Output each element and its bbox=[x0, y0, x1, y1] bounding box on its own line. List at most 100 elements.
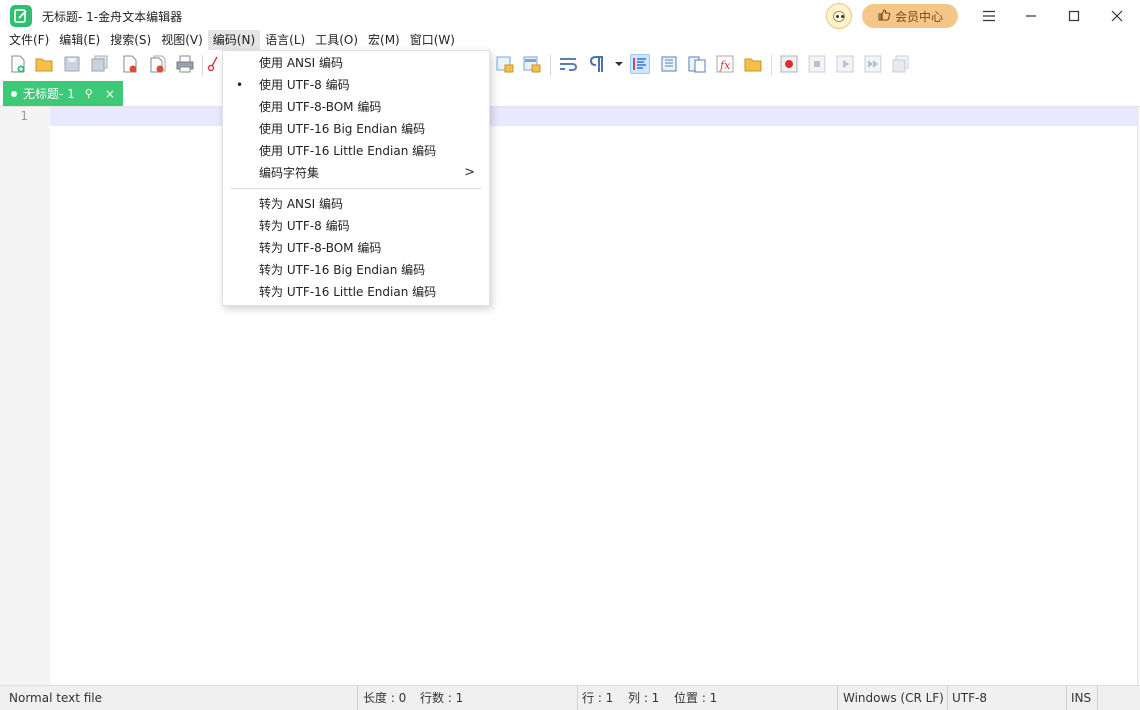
use-utf16-be-item[interactable]: 使用 UTF-16 Big Endian 编码 bbox=[223, 118, 489, 140]
folder-workspace-icon[interactable] bbox=[743, 54, 763, 74]
new-file-icon[interactable] bbox=[8, 54, 28, 74]
status-separator bbox=[837, 686, 838, 710]
status-row: 行 : 1 bbox=[582, 691, 614, 705]
menu-item-label: 使用 UTF-8 编码 bbox=[259, 78, 350, 92]
minimize-button[interactable] bbox=[1010, 0, 1052, 32]
vip-center-button[interactable]: 会员中心 bbox=[862, 4, 958, 28]
lock-file-icon[interactable] bbox=[495, 54, 515, 74]
status-encoding[interactable]: UTF-8 bbox=[952, 686, 987, 710]
status-insert-mode[interactable]: INS bbox=[1071, 686, 1091, 710]
status-bar: Normal text file 长度 : 0 行数 : 1 行 : 1 列 :… bbox=[0, 685, 1140, 710]
save-icon[interactable] bbox=[62, 54, 82, 74]
status-separator bbox=[947, 686, 948, 710]
word-wrap-icon[interactable] bbox=[558, 54, 578, 74]
svg-text:fx: fx bbox=[719, 59, 731, 72]
run-macro-multiple-icon[interactable] bbox=[863, 54, 883, 74]
menu-item-label: 转为 UTF-8 编码 bbox=[259, 219, 350, 233]
chevron-right-icon: > bbox=[464, 165, 475, 180]
menu-tools[interactable]: 工具(O) bbox=[310, 30, 363, 50]
status-separator bbox=[1066, 686, 1067, 710]
toolbar: fx bbox=[0, 52, 1140, 78]
status-separator bbox=[357, 686, 358, 710]
print-icon[interactable] bbox=[175, 54, 195, 74]
title-bar: 无标题- 1-金舟文本编辑器 会员中心 bbox=[0, 0, 1140, 32]
tab-untitled-1[interactable]: 无标题- 1 ⚲ × bbox=[3, 81, 123, 106]
status-separator bbox=[1097, 686, 1098, 710]
close-file-icon[interactable] bbox=[120, 54, 140, 74]
save-all-icon[interactable] bbox=[90, 54, 110, 74]
vip-center-label: 会员中心 bbox=[894, 9, 943, 24]
app-logo-icon bbox=[10, 5, 32, 27]
toolbar-separator bbox=[550, 55, 551, 75]
menu-divider bbox=[231, 188, 481, 189]
mascot-avatar-icon[interactable] bbox=[826, 3, 852, 29]
toolbar-separator bbox=[202, 55, 203, 75]
editor-area[interactable]: 1 bbox=[0, 106, 1140, 685]
menu-item-label: 使用 UTF-8-BOM 编码 bbox=[259, 100, 382, 114]
status-length: 长度 : 0 bbox=[363, 691, 407, 705]
open-folder-icon[interactable] bbox=[34, 54, 54, 74]
chevron-down-icon[interactable] bbox=[612, 54, 626, 74]
menu-item-label: 转为 UTF-8-BOM 编码 bbox=[259, 241, 382, 255]
toolbar-separator bbox=[771, 55, 772, 75]
menu-item-label: 使用 ANSI 编码 bbox=[259, 56, 343, 70]
use-utf16-le-item[interactable]: 使用 UTF-16 Little Endian 编码 bbox=[223, 140, 489, 162]
function-list-icon[interactable]: fx bbox=[715, 54, 735, 74]
menu-bar: 文件(F) 编辑(E) 搜索(S) 视图(V) 编码(N) 语言(L) 工具(O… bbox=[0, 30, 460, 50]
split-view-icon[interactable] bbox=[687, 54, 707, 74]
menu-view[interactable]: 视图(V) bbox=[156, 30, 208, 50]
menu-file[interactable]: 文件(F) bbox=[4, 30, 54, 50]
use-utf8-item[interactable]: • 使用 UTF-8 编码 bbox=[223, 74, 489, 96]
maximize-button[interactable] bbox=[1053, 0, 1095, 32]
tab-bar: 无标题- 1 ⚲ × bbox=[0, 80, 1140, 106]
menu-window[interactable]: 窗口(W) bbox=[405, 30, 460, 50]
convert-utf8-item[interactable]: 转为 UTF-8 编码 bbox=[223, 215, 489, 237]
charset-submenu-item[interactable]: 编码字符集 > bbox=[223, 162, 489, 184]
line-number: 1 bbox=[20, 109, 28, 123]
menu-item-label: 转为 UTF-16 Little Endian 编码 bbox=[259, 285, 437, 299]
show-symbols-icon[interactable] bbox=[587, 54, 607, 74]
menu-item-label: 使用 UTF-16 Little Endian 编码 bbox=[259, 144, 437, 158]
status-file-type: Normal text file bbox=[9, 691, 103, 705]
hamburger-menu-icon[interactable] bbox=[968, 0, 1010, 32]
current-line-highlight bbox=[50, 107, 1138, 126]
indent-guide-icon[interactable] bbox=[630, 54, 650, 74]
menu-encoding[interactable]: 编码(N) bbox=[207, 30, 261, 50]
convert-utf16-be-item[interactable]: 转为 UTF-16 Big Endian 编码 bbox=[223, 259, 489, 281]
status-separator bbox=[577, 686, 578, 710]
encoding-dropdown-menu: 使用 ANSI 编码 • 使用 UTF-8 编码 使用 UTF-8-BOM 编码 … bbox=[222, 50, 490, 306]
status-pos: 位置 : 1 bbox=[674, 691, 718, 705]
convert-utf8-bom-item[interactable]: 转为 UTF-8-BOM 编码 bbox=[223, 237, 489, 259]
close-icon[interactable]: × bbox=[105, 87, 115, 101]
pin-icon[interactable]: ⚲ bbox=[85, 87, 93, 100]
menu-search[interactable]: 搜索(S) bbox=[105, 30, 156, 50]
menu-item-label: 转为 ANSI 编码 bbox=[259, 197, 343, 211]
convert-ansi-item[interactable]: 转为 ANSI 编码 bbox=[223, 193, 489, 215]
menu-macro[interactable]: 宏(M) bbox=[363, 30, 405, 50]
use-utf8-bom-item[interactable]: 使用 UTF-8-BOM 编码 bbox=[223, 96, 489, 118]
tab-label: 无标题- 1 bbox=[23, 87, 75, 101]
menu-edit[interactable]: 编辑(E) bbox=[54, 30, 105, 50]
play-macro-icon[interactable] bbox=[835, 54, 855, 74]
convert-utf16-le-item[interactable]: 转为 UTF-16 Little Endian 编码 bbox=[223, 281, 489, 303]
save-macro-icon[interactable] bbox=[891, 54, 911, 74]
close-window-button[interactable] bbox=[1096, 0, 1138, 32]
use-ansi-item[interactable]: 使用 ANSI 编码 bbox=[223, 52, 489, 74]
thumbs-up-icon bbox=[877, 8, 891, 25]
line-number-gutter: 1 bbox=[0, 107, 50, 685]
menu-item-label: 转为 UTF-16 Big Endian 编码 bbox=[259, 263, 426, 277]
record-macro-icon[interactable] bbox=[779, 54, 799, 74]
window-title: 无标题- 1-金舟文本编辑器 bbox=[42, 10, 183, 24]
status-col: 列 : 1 bbox=[628, 691, 660, 705]
document-map-icon[interactable] bbox=[659, 54, 679, 74]
menu-item-label: 使用 UTF-16 Big Endian 编码 bbox=[259, 122, 426, 136]
app-window: 无标题- 1-金舟文本编辑器 会员中心 文件(F) 编辑(E) 搜索(S) 视图… bbox=[0, 0, 1140, 710]
menu-language[interactable]: 语言(L) bbox=[260, 30, 310, 50]
modified-dot-icon bbox=[11, 90, 17, 97]
checked-bullet-icon: • bbox=[236, 78, 244, 92]
close-all-icon[interactable] bbox=[148, 54, 168, 74]
lock-folder-icon[interactable] bbox=[522, 54, 542, 74]
status-eol[interactable]: Windows (CR LF) bbox=[843, 686, 944, 710]
stop-macro-icon[interactable] bbox=[807, 54, 827, 74]
menu-item-label: 编码字符集 bbox=[259, 166, 320, 180]
